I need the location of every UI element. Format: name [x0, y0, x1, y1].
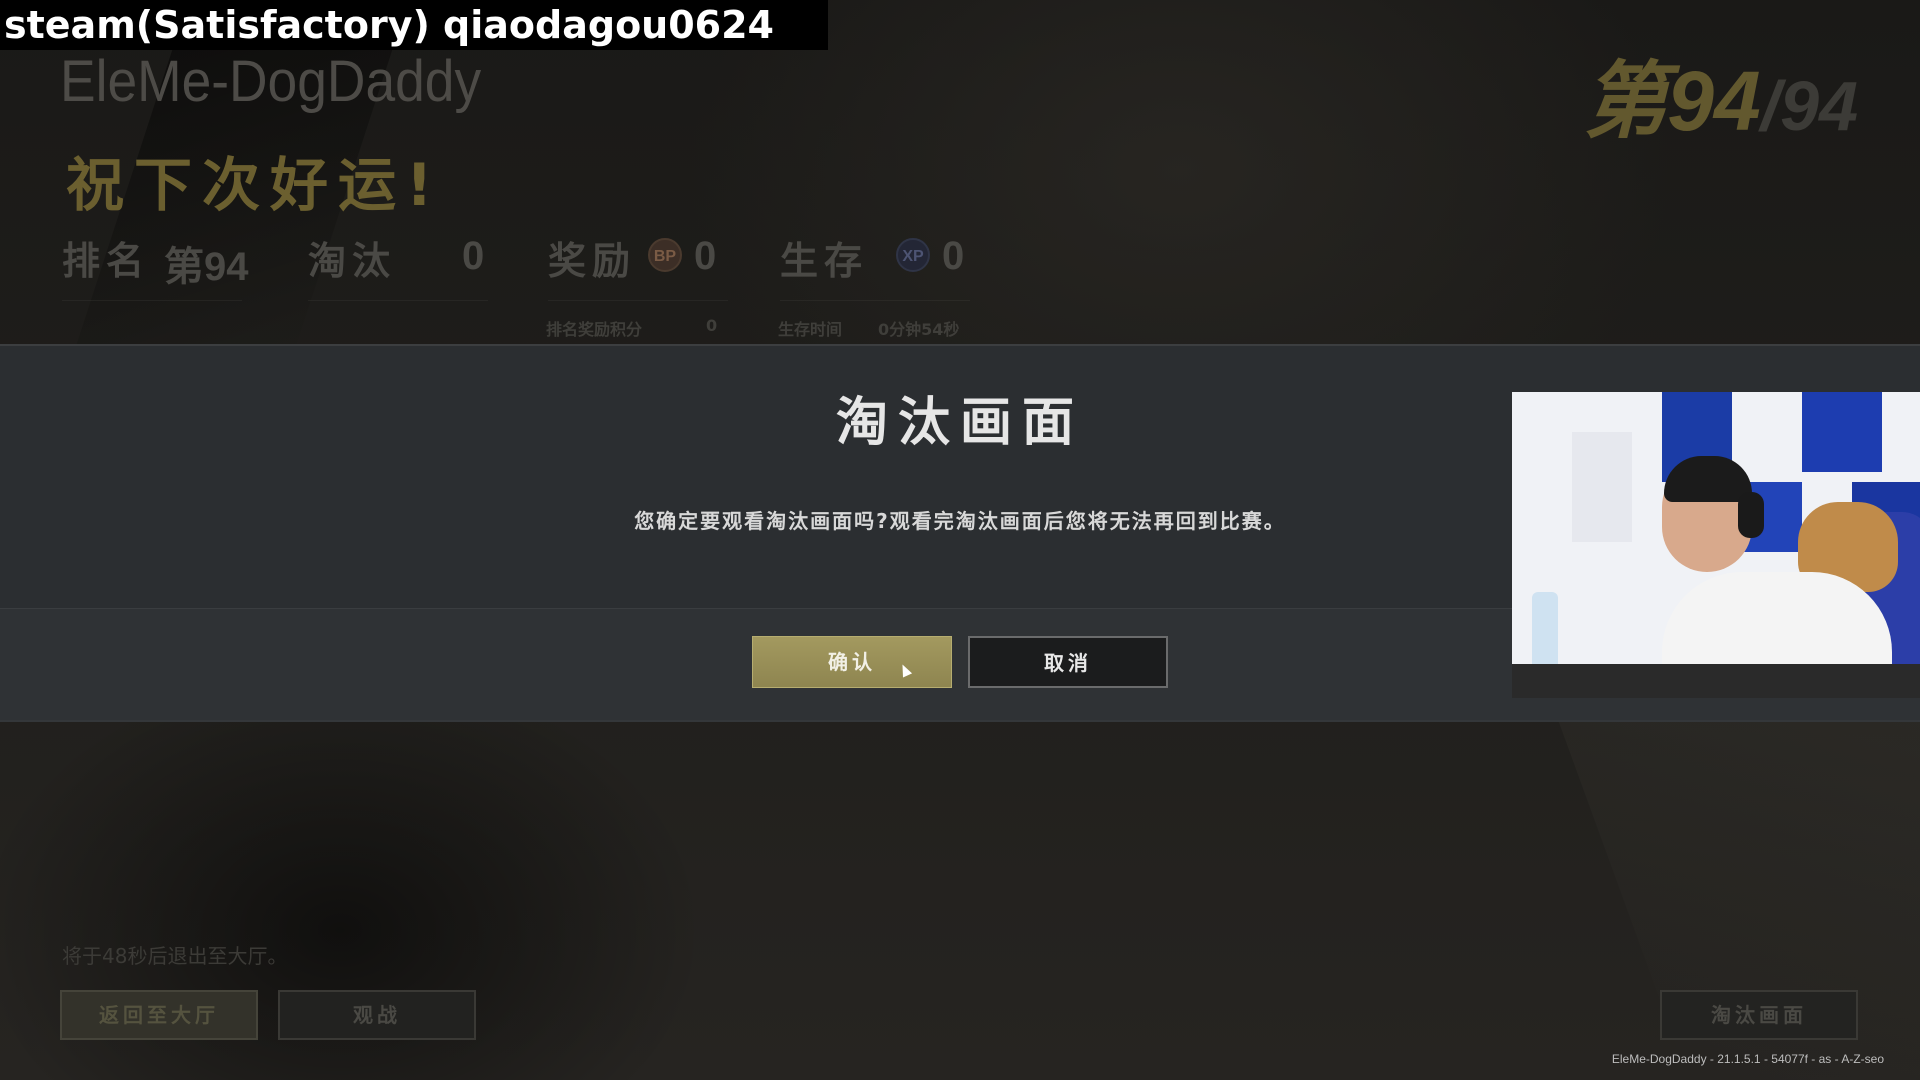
placement-current: 第94 [1583, 54, 1761, 148]
cancel-button[interactable]: 取消 [968, 636, 1168, 688]
webcam-overlay [1512, 392, 1920, 698]
stat-survival-value: 0 [942, 234, 965, 278]
stat-reward-value: 0 [694, 234, 717, 278]
placement-total: /94 [1760, 67, 1858, 145]
player-name: EleMe-DogDaddy [60, 49, 482, 114]
webcam-panel [1572, 432, 1632, 542]
stat-kills-label: 淘汰 [308, 239, 397, 283]
exit-countdown: 将于48秒后退出至大厅。 [62, 944, 288, 968]
spectate-button[interactable]: 观战 [278, 990, 476, 1040]
stat-survival: 生存 XP 0 [780, 230, 970, 301]
stat-reward-label: 奖励 [548, 239, 637, 283]
survival-time-label: 生存时间 [778, 320, 843, 339]
result-headline: 祝下次好运! [66, 151, 443, 219]
stat-survival-label: 生存 [780, 239, 869, 283]
confirm-button[interactable]: 确认 [752, 636, 952, 688]
survival-time-value: 0分钟54秒 [878, 320, 960, 339]
stream-watermark: steam(Satisfactory) qiaodagou0624 [0, 0, 828, 50]
webcam-desk [1512, 664, 1920, 698]
rank-bp-value: 0 [706, 316, 718, 335]
headset-icon [1738, 492, 1764, 538]
stat-rank: 排名 第94 [62, 230, 249, 301]
build-info: EleMe-DogDaddy - 21.1.5.1 - 54077f - as … [1611, 1052, 1884, 1066]
webcam-bottle [1532, 592, 1558, 672]
stat-rank-value: 第94 [164, 245, 249, 289]
xp-icon: XP [896, 238, 930, 272]
elimination-screen-button[interactable]: 淘汰画面 [1660, 990, 1858, 1040]
placement-display: 第94/94 [1583, 34, 1858, 155]
return-to-lobby-button[interactable]: 返回至大厅 [60, 990, 258, 1040]
webcam-panel [1802, 392, 1882, 472]
rank-bp-label: 排名奖励积分 [546, 320, 643, 339]
bp-icon: BP [648, 238, 682, 272]
stat-kills-value: 0 [462, 234, 485, 278]
stat-kills: 淘汰 0 [308, 230, 488, 301]
stat-rank-label: 排名 [62, 239, 151, 283]
stat-reward: 奖励 BP 0 [548, 230, 728, 301]
